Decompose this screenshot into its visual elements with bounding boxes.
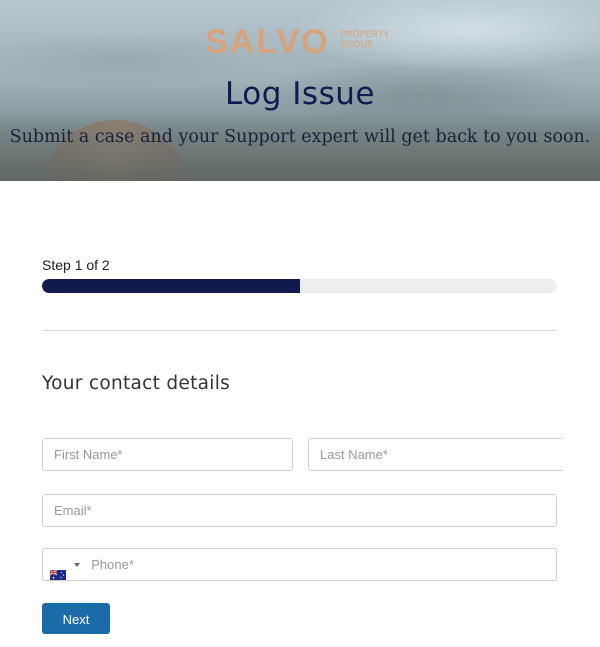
australia-flag-icon[interactable]	[49, 560, 66, 580]
email-placeholder: Email*	[54, 503, 92, 518]
step-indicator: Step 1 of 2	[42, 257, 110, 273]
header-banner: SALVO PROPERTY GROUP Log Issue Submit a …	[0, 0, 600, 181]
page-title: Log Issue	[225, 76, 375, 112]
first-name-field[interactable]: First Name*	[42, 438, 293, 471]
last-name-placeholder: Last Name*	[320, 447, 388, 462]
phone-placeholder: Phone*	[91, 557, 134, 572]
logo-subtext: PROPERTY GROUP	[340, 29, 390, 49]
salvo-logo: SALVO PROPERTY GROUP	[205, 22, 405, 62]
first-name-placeholder: First Name*	[54, 447, 123, 462]
last-name-field[interactable]: Last Name*	[308, 438, 564, 471]
section-title: Your contact details	[42, 373, 231, 394]
progress-bar	[42, 279, 557, 293]
country-dropdown-icon[interactable]	[73, 562, 80, 567]
divider	[42, 330, 557, 331]
logo-wordmark: SALVO	[205, 23, 330, 61]
progress-bar-fill	[42, 279, 300, 293]
page-subtitle: Submit a case and your Support expert wi…	[9, 127, 591, 147]
phone-field[interactable]: Phone*	[42, 548, 557, 581]
email-field[interactable]: Email*	[42, 494, 557, 527]
next-button[interactable]: Next	[42, 603, 110, 634]
